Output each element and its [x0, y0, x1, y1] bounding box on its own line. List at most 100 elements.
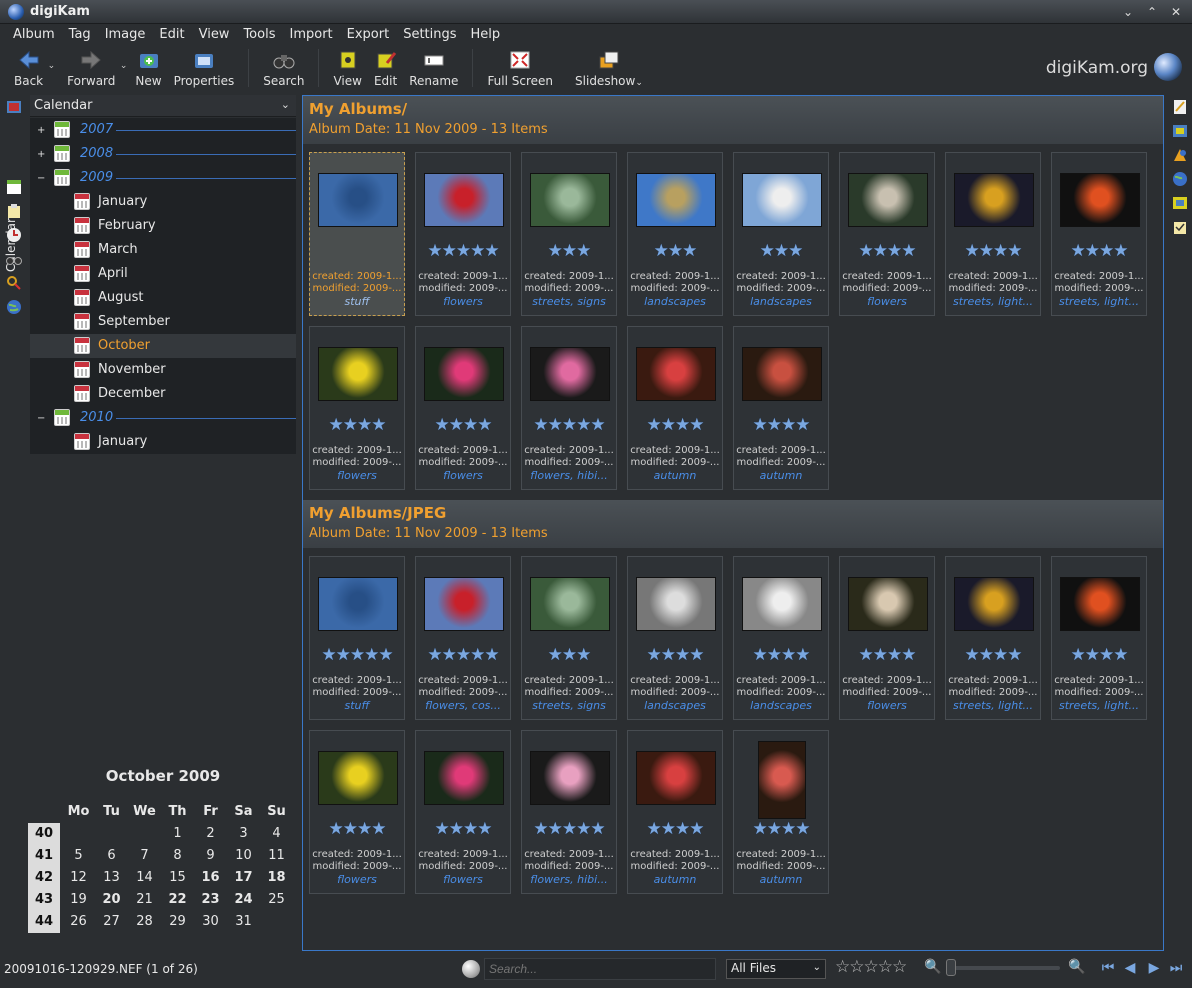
- calendar-day[interactable]: 13: [95, 867, 128, 889]
- image-tags[interactable]: flowers, hibi...: [522, 469, 616, 482]
- map-tab-icon[interactable]: [6, 299, 22, 315]
- week-number[interactable]: 41: [28, 845, 60, 867]
- tree-item-month[interactable]: November: [30, 358, 296, 382]
- calendar-day[interactable]: 25: [260, 889, 293, 911]
- calendar-day[interactable]: 31: [227, 911, 260, 933]
- calendar-day[interactable]: 9: [194, 845, 227, 867]
- expand-icon[interactable]: +: [37, 149, 45, 160]
- calendar-day[interactable]: 5: [62, 845, 95, 867]
- view-button[interactable]: View: [327, 45, 367, 91]
- calendar-day[interactable]: 16: [194, 867, 227, 889]
- menu-view[interactable]: View: [192, 27, 237, 42]
- rating-stars[interactable]: ★★★★: [628, 645, 722, 665]
- image-tags[interactable]: streets, light...: [946, 295, 1040, 308]
- rating-stars[interactable]: ★★★★★: [522, 415, 616, 435]
- rating-stars[interactable]: ★★★★: [734, 819, 828, 839]
- image-thumbnail[interactable]: ★★★★ created: 2009-1... modified: 2009-...…: [839, 556, 935, 720]
- photo-white-blossom[interactable]: [848, 577, 928, 631]
- new-album-button[interactable]: New: [129, 45, 167, 91]
- first-item-icon[interactable]: ⏮: [1098, 958, 1118, 978]
- versions-tab-icon[interactable]: [1172, 219, 1188, 235]
- rating-stars[interactable]: ★★★★: [1052, 645, 1146, 665]
- image-tags[interactable]: landscapes: [628, 699, 722, 712]
- rating-stars[interactable]: ★★★★★: [310, 645, 404, 665]
- image-tags[interactable]: autumn: [734, 469, 828, 482]
- rename-button[interactable]: Rename: [403, 45, 464, 91]
- image-thumbnail[interactable]: ★★★★ created: 2009-1... modified: 2009-...…: [733, 326, 829, 490]
- week-number[interactable]: 43: [28, 889, 60, 911]
- photo-night-trees[interactable]: [1060, 173, 1140, 227]
- rating-stars[interactable]: ★★★★★: [522, 819, 616, 839]
- tree-item-month-selected[interactable]: October: [30, 334, 296, 358]
- calendar-day[interactable]: 3: [227, 823, 260, 845]
- calendar-day[interactable]: 1: [161, 823, 194, 845]
- calendar-day[interactable]: 7: [128, 845, 161, 867]
- rating-stars[interactable]: ★★★★: [416, 819, 510, 839]
- image-tags[interactable]: autumn: [628, 469, 722, 482]
- rating-stars[interactable]: ★★★★★: [416, 241, 510, 261]
- calendar-day[interactable]: 30: [194, 911, 227, 933]
- rating-stars[interactable]: ★★★★: [946, 645, 1040, 665]
- calendar-day[interactable]: 14: [128, 867, 161, 889]
- fullscreen-button[interactable]: Full Screen: [481, 45, 559, 91]
- rating-stars[interactable]: ★★★★: [840, 645, 934, 665]
- image-thumbnail[interactable]: ★★★★ created: 2009-1... modified: 2009-...…: [733, 730, 829, 894]
- zoom-in-icon[interactable]: 🔍: [1068, 959, 1086, 977]
- metadata-tab-icon[interactable]: [1172, 123, 1188, 139]
- properties-tab-icon[interactable]: [1172, 99, 1188, 115]
- chevron-down-icon[interactable]: ⌄: [48, 61, 56, 71]
- zoom-out-icon[interactable]: 🔍: [924, 959, 942, 977]
- photo-street-sign[interactable]: [530, 577, 610, 631]
- menu-edit[interactable]: Edit: [152, 27, 191, 42]
- rating-stars[interactable]: ★★★★: [1052, 241, 1146, 261]
- image-tags[interactable]: streets, light...: [1052, 699, 1146, 712]
- previous-item-icon[interactable]: ◀: [1120, 958, 1140, 978]
- image-tags[interactable]: streets, signs: [522, 295, 616, 308]
- menu-image[interactable]: Image: [98, 27, 153, 42]
- photo-bw-landscape[interactable]: [636, 577, 716, 631]
- tree-item-month[interactable]: January: [30, 190, 296, 214]
- calendar-day[interactable]: 10: [227, 845, 260, 867]
- image-tags[interactable]: flowers: [310, 873, 404, 886]
- expand-icon[interactable]: +: [37, 125, 45, 136]
- menu-export[interactable]: Export: [340, 27, 397, 42]
- tags-captions-tab-icon[interactable]: [1172, 195, 1188, 211]
- rating-stars[interactable]: ★★★★: [734, 645, 828, 665]
- slideshow-button[interactable]: Slideshow⌄: [569, 45, 649, 91]
- photo-cloudy-sky[interactable]: [742, 173, 822, 227]
- calendar-tab-icon[interactable]: [6, 179, 22, 195]
- photo-red-flower[interactable]: [424, 173, 504, 227]
- image-thumbnail[interactable]: ★★★★ created: 2009-1... modified: 2009-...…: [1051, 556, 1147, 720]
- image-thumbnail[interactable]: ★★★ created: 2009-1... modified: 2009-... l…: [733, 152, 829, 316]
- rating-stars[interactable]: ★★★★: [310, 415, 404, 435]
- image-tags[interactable]: stuff: [310, 699, 404, 712]
- globe-icon[interactable]: [1154, 53, 1182, 81]
- image-tags[interactable]: landscapes: [734, 699, 828, 712]
- image-tags[interactable]: flowers: [840, 295, 934, 308]
- tree-item-month[interactable]: February: [30, 214, 296, 238]
- image-thumbnail[interactable]: ★★★★ created: 2009-1... modified: 2009-...…: [415, 730, 511, 894]
- photo-landscape-sky[interactable]: [636, 173, 716, 227]
- rating-stars[interactable]: ★★★★: [946, 241, 1040, 261]
- calendar-day[interactable]: 11: [260, 845, 293, 867]
- photo-autumn-leaf[interactable]: [636, 751, 716, 805]
- back-button[interactable]: Back ⌄: [8, 45, 55, 91]
- calendar-day[interactable]: 12: [62, 867, 95, 889]
- rating-stars[interactable]: ★★★★: [734, 415, 828, 435]
- calendar-day[interactable]: 28: [128, 911, 161, 933]
- photo-heart-on-denim[interactable]: [318, 577, 398, 631]
- calendar-day[interactable]: 15: [161, 867, 194, 889]
- photo-night-trees[interactable]: [1060, 577, 1140, 631]
- geolocation-tab-icon[interactable]: [1172, 171, 1188, 187]
- menu-tools[interactable]: Tools: [236, 27, 282, 42]
- image-thumbnail[interactable]: ★★★★ created: 2009-1... modified: 2009-...…: [309, 730, 405, 894]
- albums-tab-icon[interactable]: [6, 99, 22, 115]
- maximize-button[interactable]: ⌃: [1142, 3, 1162, 21]
- image-thumbnail[interactable]: ★★★ created: 2009-1... modified: 2009-... s…: [521, 556, 617, 720]
- calendar-day[interactable]: 23: [194, 889, 227, 911]
- last-item-icon[interactable]: ⏭: [1166, 958, 1186, 978]
- image-tags[interactable]: flowers: [840, 699, 934, 712]
- photo-yellow-flower[interactable]: [318, 347, 398, 401]
- photo-pink-flower[interactable]: [424, 347, 504, 401]
- image-thumbnail[interactable]: ★★★★★ created: 2009-1... modified: 2009-..…: [521, 730, 617, 894]
